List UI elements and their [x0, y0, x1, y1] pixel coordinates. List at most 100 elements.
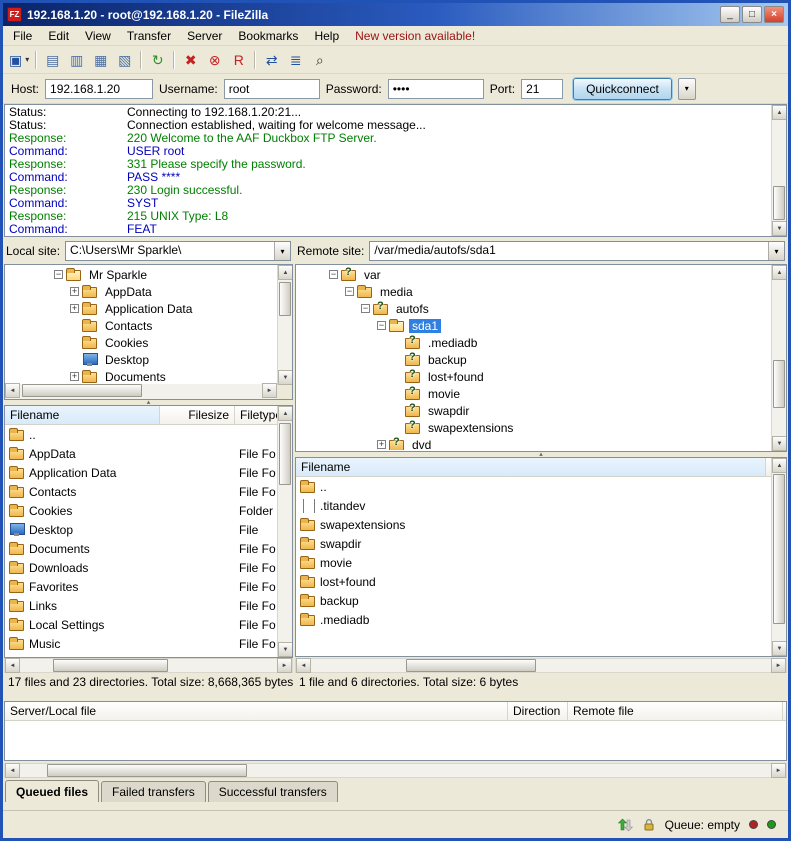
- scroll-down-button[interactable]: ▼: [278, 370, 293, 385]
- tree-item-label[interactable]: dvd: [409, 438, 434, 451]
- local-tree-horizontal-scrollbar[interactable]: ◄ ►: [5, 384, 277, 399]
- find-icon[interactable]: ⌕: [308, 49, 331, 71]
- scroll-left-button[interactable]: ◄: [5, 763, 20, 778]
- tree-item[interactable]: + AppData: [6, 283, 276, 300]
- toggle-queue-icon[interactable]: ▧: [113, 49, 136, 71]
- file-row[interactable]: Favorites File Folder: [5, 577, 276, 596]
- file-row[interactable]: .mediadb: [296, 610, 770, 629]
- combo-dropdown-icon[interactable]: ▾: [768, 242, 784, 260]
- tree-item-label[interactable]: Mr Sparkle: [86, 268, 150, 282]
- maximize-button[interactable]: □: [742, 6, 762, 23]
- tree-item-label[interactable]: .mediadb: [425, 336, 480, 350]
- menu-item[interactable]: View: [77, 27, 119, 45]
- column-header[interactable]: Server/Local file: [5, 702, 508, 721]
- tree-item-label[interactable]: movie: [425, 387, 463, 401]
- cancel-icon[interactable]: ✖: [179, 49, 202, 71]
- tree-item-label[interactable]: Documents: [102, 370, 169, 384]
- lock-icon[interactable]: [642, 818, 656, 832]
- file-row[interactable]: Desktop File: [5, 520, 276, 539]
- tree-item[interactable]: Contacts: [6, 317, 276, 334]
- tree-item-label[interactable]: Application Data: [102, 302, 195, 316]
- expander-icon[interactable]: −: [329, 270, 338, 279]
- tree-item-label[interactable]: autofs: [393, 302, 432, 316]
- expander-icon[interactable]: +: [70, 304, 79, 313]
- local-list-vertical-scrollbar[interactable]: ▲ ▼: [277, 406, 292, 657]
- remote-tree-vertical-scrollbar[interactable]: ▲ ▼: [771, 265, 786, 451]
- column-header[interactable]: Direction: [508, 702, 568, 721]
- titlebar[interactable]: FZ 192.168.1.20 - root@192.168.1.20 - Fi…: [3, 3, 788, 26]
- file-row[interactable]: .titandev: [296, 496, 770, 515]
- local-site-combobox[interactable]: C:\Users\Mr Sparkle\ ▾: [65, 241, 291, 261]
- file-row[interactable]: Music File Folder: [5, 634, 276, 653]
- expander-icon[interactable]: +: [70, 372, 79, 381]
- tree-item-label[interactable]: backup: [425, 353, 470, 367]
- expander-icon[interactable]: −: [54, 270, 63, 279]
- toggle-local-tree-icon[interactable]: ▥: [65, 49, 88, 71]
- tree-item-label[interactable]: var: [361, 268, 384, 282]
- file-row[interactable]: ..: [296, 477, 770, 496]
- queue-tab[interactable]: Queued files: [5, 780, 99, 802]
- tree-item-label[interactable]: swapdir: [425, 404, 472, 418]
- file-row[interactable]: Cookies Folder: [5, 501, 276, 520]
- sync-browse-icon[interactable]: ≣: [284, 49, 307, 71]
- remote-list-horizontal-scrollbar[interactable]: ◄ ►: [295, 658, 787, 673]
- remote-list-vertical-scrollbar[interactable]: ▲ ▼: [771, 458, 786, 656]
- tree-item[interactable]: swapextensions: [297, 419, 770, 436]
- scroll-up-button[interactable]: ▲: [278, 406, 293, 421]
- quickconnect-dropdown-button[interactable]: ▾: [678, 78, 696, 100]
- scroll-right-button[interactable]: ►: [277, 658, 292, 673]
- expander-icon[interactable]: −: [377, 321, 386, 330]
- tree-item[interactable]: + Application Data: [6, 300, 276, 317]
- scroll-down-button[interactable]: ▼: [278, 642, 293, 657]
- scroll-up-button[interactable]: ▲: [772, 105, 787, 120]
- log-vertical-scrollbar[interactable]: ▲ ▼: [771, 105, 786, 236]
- refresh-icon[interactable]: ↻: [146, 49, 169, 71]
- scroll-down-button[interactable]: ▼: [772, 436, 787, 451]
- scroll-right-button[interactable]: ►: [771, 658, 786, 673]
- tree-item[interactable]: − media: [297, 283, 770, 300]
- menu-item[interactable]: Bookmarks: [230, 27, 306, 45]
- file-row[interactable]: backup: [296, 591, 770, 610]
- expander-icon[interactable]: +: [377, 440, 386, 449]
- tree-item[interactable]: backup: [297, 351, 770, 368]
- file-row[interactable]: swapdir: [296, 534, 770, 553]
- scrollbar-thumb[interactable]: [22, 384, 142, 397]
- menu-item[interactable]: New version available!: [347, 27, 483, 45]
- menu-item[interactable]: Transfer: [119, 27, 179, 45]
- tree-item-label[interactable]: Cookies: [102, 336, 151, 350]
- quickconnect-button[interactable]: Quickconnect: [573, 78, 672, 100]
- local-list-horizontal-scrollbar[interactable]: ◄ ►: [4, 658, 293, 673]
- tree-item[interactable]: Desktop: [6, 351, 276, 368]
- tree-item[interactable]: movie: [297, 385, 770, 402]
- scrollbar-thumb[interactable]: [406, 659, 536, 672]
- queue-tab[interactable]: Failed transfers: [101, 781, 206, 802]
- scroll-left-button[interactable]: ◄: [5, 383, 20, 398]
- file-row[interactable]: Documents File Folder: [5, 539, 276, 558]
- tree-item[interactable]: + dvd: [297, 436, 770, 450]
- file-row[interactable]: Local Settings File Folder: [5, 615, 276, 634]
- tree-item[interactable]: − sda1: [297, 317, 770, 334]
- scrollbar-thumb[interactable]: [53, 659, 168, 672]
- expander-icon[interactable]: −: [345, 287, 354, 296]
- username-input[interactable]: [224, 79, 320, 99]
- tree-item[interactable]: .mediadb: [297, 334, 770, 351]
- toolbar-icon[interactable]: [140, 51, 142, 69]
- scroll-right-button[interactable]: ►: [771, 763, 786, 778]
- tree-item-label[interactable]: media: [377, 285, 416, 299]
- scrollbar-thumb[interactable]: [773, 474, 785, 624]
- scrollbar-thumb[interactable]: [773, 360, 785, 408]
- scroll-left-button[interactable]: ◄: [5, 658, 20, 673]
- site-manager-icon[interactable]: ▣ ▾: [7, 49, 31, 71]
- host-input[interactable]: [45, 79, 153, 99]
- scroll-down-button[interactable]: ▼: [772, 641, 787, 656]
- file-row[interactable]: ..: [5, 425, 276, 444]
- minimize-button[interactable]: _: [720, 6, 740, 23]
- speed-limits-icon[interactable]: [617, 818, 633, 832]
- remote-site-combobox[interactable]: /var/media/autofs/sda1 ▾: [369, 241, 785, 261]
- scrollbar-thumb[interactable]: [279, 423, 291, 485]
- file-row[interactable]: Application Data File Folder: [5, 463, 276, 482]
- column-header[interactable]: Filename: [5, 406, 160, 425]
- reconnect-icon[interactable]: R: [227, 49, 250, 71]
- compare-icon[interactable]: ⇄: [260, 49, 283, 71]
- scrollbar-thumb[interactable]: [279, 282, 291, 316]
